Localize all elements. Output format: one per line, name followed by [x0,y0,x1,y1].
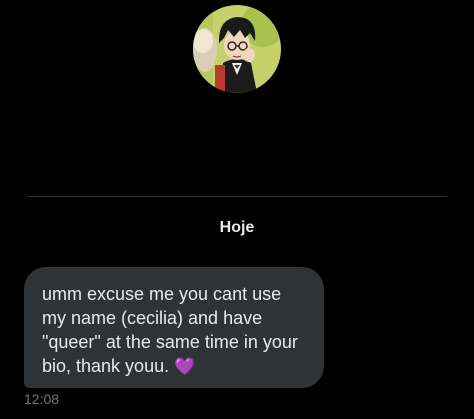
message-timestamp: 12:08 [24,391,60,407]
divider [27,196,447,197]
avatar[interactable] [193,5,281,93]
purple-heart-icon: 💜 [174,357,196,376]
message-text: umm excuse me you cant use my name (ceci… [42,284,298,376]
sender-name[interactable]: Hoje [0,219,474,237]
profile-avatar-illustration-icon [193,5,281,93]
message-bubble[interactable]: umm excuse me you cant use my name (ceci… [24,267,324,388]
